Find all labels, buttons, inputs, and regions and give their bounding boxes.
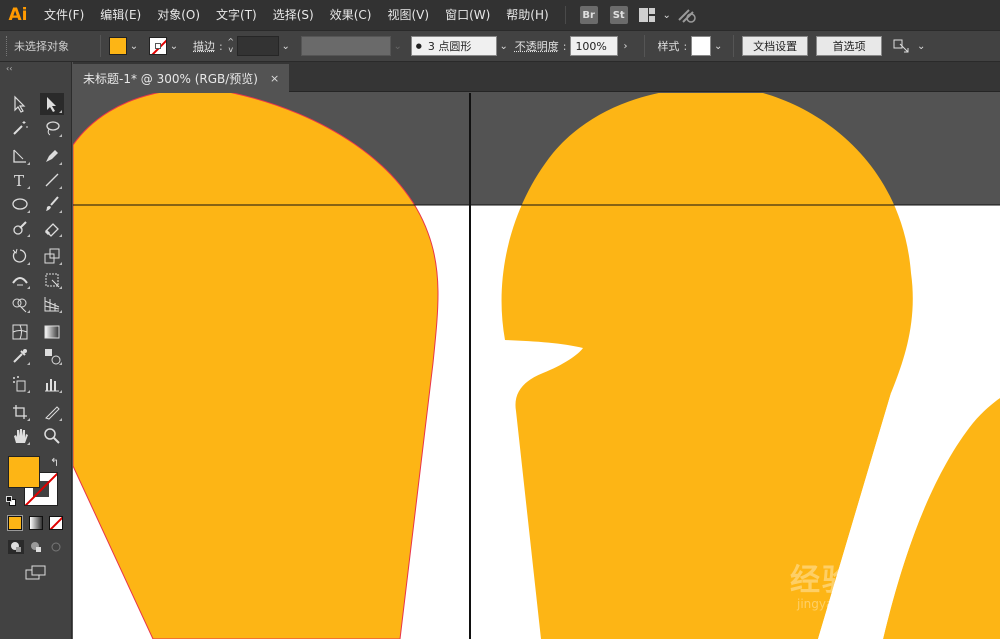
menu-separator	[564, 6, 566, 24]
chevron-down-icon[interactable]: ⌄	[279, 37, 293, 55]
rotate-tool-icon[interactable]	[8, 245, 32, 267]
collapse-panel-icon[interactable]: ‹‹	[6, 64, 12, 73]
artboard-tool-icon[interactable]	[8, 401, 32, 423]
workspace-layout-icon[interactable]	[636, 4, 658, 26]
stroke-label[interactable]: 描边	[193, 38, 215, 54]
arrange-documents-icon[interactable]	[890, 35, 912, 57]
document-tab[interactable]: 未标题-1* @ 300% (RGB/预览) ×	[73, 64, 290, 92]
zoom-tool-icon[interactable]	[40, 425, 64, 447]
menu-effect[interactable]: 效果(C)	[322, 0, 380, 30]
gradient-tool-icon[interactable]	[40, 321, 64, 343]
scale-tool-icon[interactable]	[40, 245, 64, 267]
chevron-down-icon[interactable]: ⌄	[391, 37, 405, 55]
menu-select[interactable]: 选择(S)	[265, 0, 322, 30]
slice-tool-icon[interactable]	[40, 401, 64, 423]
artwork-view	[73, 93, 1000, 639]
mesh-tool-icon[interactable]	[8, 321, 32, 343]
panel-grip[interactable]	[6, 36, 10, 56]
control-bar: 未选择对象 ⌄ ⌄ 描边 : ^ v ⌄ ⌄ ● 3 点圆形 ⌄ 不透明度 : 10…	[0, 30, 1000, 62]
menu-file[interactable]: 文件(F)	[36, 0, 92, 30]
selection-tool-icon[interactable]	[8, 93, 32, 115]
eraser-tool-icon[interactable]	[40, 217, 64, 239]
ellipse-tool-icon[interactable]	[8, 193, 32, 215]
menu-window[interactable]: 窗口(W)	[437, 0, 498, 30]
document-tab-title: 未标题-1* @ 300% (RGB/预览)	[83, 71, 258, 86]
gpu-performance-icon[interactable]	[676, 4, 698, 26]
type-tool-icon[interactable]: T	[8, 169, 32, 191]
document-tab-bar: 未标题-1* @ 300% (RGB/预览) ×	[73, 62, 1000, 92]
tools-panel: ‹‹ T ↰	[0, 62, 72, 639]
none-mode-button[interactable]	[49, 516, 63, 530]
style-label: 样式	[657, 40, 680, 53]
line-segment-tool-icon[interactable]	[40, 169, 64, 191]
draw-normal-icon[interactable]	[8, 540, 24, 554]
menu-help[interactable]: 帮助(H)	[498, 0, 556, 30]
stock-button[interactable]: St	[609, 6, 628, 24]
chevron-right-icon[interactable]: ›	[618, 37, 632, 55]
menu-view[interactable]: 视图(V)	[379, 0, 437, 30]
curvature-tool-icon[interactable]	[40, 145, 64, 167]
menu-edit[interactable]: 编辑(E)	[92, 0, 149, 30]
gradient-mode-button[interactable]	[29, 516, 43, 530]
paintbrush-tool-icon[interactable]	[40, 193, 64, 215]
chevron-down-icon[interactable]: ⌄	[711, 37, 725, 55]
opacity-value: 100%	[575, 39, 607, 53]
color-mode-button[interactable]	[7, 515, 23, 531]
chevron-down-icon[interactable]: ⌄	[660, 6, 674, 24]
perspective-grid-tool-icon[interactable]	[40, 293, 64, 315]
canvas[interactable]	[73, 93, 1000, 639]
hand-tool-icon[interactable]	[8, 425, 32, 447]
chevron-down-icon[interactable]: ⌄	[127, 37, 141, 55]
selection-status: 未选择对象	[14, 40, 69, 53]
stroke-color-swatch[interactable]	[149, 37, 167, 55]
graphic-style-swatch[interactable]	[691, 36, 712, 56]
default-fill-stroke-icon[interactable]	[6, 496, 16, 506]
pen-tool-icon[interactable]	[8, 145, 32, 167]
menu-bar: Ai 文件(F) 编辑(E) 对象(O) 文字(T) 选择(S) 效果(C) 视…	[0, 0, 1000, 30]
magic-wand-tool-icon[interactable]	[8, 117, 32, 139]
svg-text:T: T	[14, 172, 24, 189]
symbol-sprayer-tool-icon[interactable]	[8, 373, 32, 395]
chevron-down-icon[interactable]: ⌄	[914, 37, 928, 55]
lasso-tool-icon[interactable]	[40, 117, 64, 139]
fill-color-swatch[interactable]	[109, 37, 127, 55]
fill-swatch-large[interactable]	[8, 456, 40, 488]
opacity-label[interactable]: 不透明度	[515, 38, 559, 54]
chevron-down-icon[interactable]: ⌄	[497, 37, 511, 55]
screen-mode-icon[interactable]	[24, 564, 48, 582]
shape-builder-tool-icon[interactable]	[8, 293, 32, 315]
watermark-sub: jingyan	[797, 597, 841, 611]
watermark: 经验	[790, 563, 854, 598]
brush-value: 3 点圆形	[427, 40, 472, 53]
direct-selection-tool-icon[interactable]	[40, 93, 64, 115]
bridge-button[interactable]: Br	[579, 6, 598, 24]
draw-inside-icon[interactable]	[48, 540, 64, 554]
blend-tool-icon[interactable]	[40, 345, 64, 367]
free-transform-tool-icon[interactable]	[40, 269, 64, 291]
opacity-input[interactable]: 100%	[570, 36, 619, 56]
separator	[733, 35, 735, 57]
document-setup-button[interactable]: 文档设置	[742, 36, 809, 56]
eyedropper-tool-icon[interactable]	[8, 345, 32, 367]
shaper-tool-icon[interactable]	[8, 217, 32, 239]
chevron-down-icon[interactable]: ⌄	[167, 37, 181, 55]
draw-behind-icon[interactable]	[28, 540, 44, 554]
column-graph-tool-icon[interactable]	[40, 373, 64, 395]
close-icon[interactable]: ×	[270, 72, 279, 85]
width-tool-icon[interactable]	[8, 269, 32, 291]
stroke-weight-input[interactable]	[236, 36, 279, 56]
app-logo: Ai	[8, 5, 28, 25]
menu-type[interactable]: 文字(T)	[208, 0, 265, 30]
stroke-weight-stepper[interactable]: ^ v	[225, 36, 237, 56]
preferences-button[interactable]: 首选项	[816, 36, 883, 56]
yellow-shape-left	[73, 93, 439, 639]
menu-object[interactable]: 对象(O)	[149, 0, 208, 30]
brush-definition-field[interactable]: ● 3 点圆形	[410, 36, 497, 56]
separator	[100, 35, 101, 57]
variable-width-profile[interactable]	[300, 36, 391, 56]
swap-fill-stroke-icon[interactable]: ↰	[50, 456, 59, 469]
separator	[644, 35, 646, 57]
